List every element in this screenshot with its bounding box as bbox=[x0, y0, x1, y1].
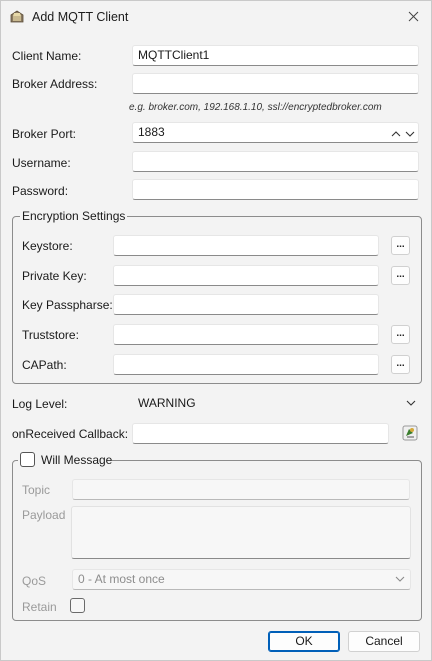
keystore-label: Keystore: bbox=[22, 239, 73, 253]
broker-address-input[interactable] bbox=[132, 73, 419, 94]
broker-address-hint: e.g. broker.com, 192.168.1.10, ssl://enc… bbox=[129, 102, 382, 113]
add-mqtt-client-dialog: Add MQTT Client Client Name: MQTTClient1… bbox=[0, 0, 432, 661]
callback-input[interactable] bbox=[132, 423, 389, 444]
keystore-input[interactable] bbox=[113, 235, 379, 256]
chevron-down-icon bbox=[406, 400, 416, 406]
payload-label: Payload bbox=[22, 508, 66, 522]
spin-up-icon[interactable] bbox=[389, 127, 403, 141]
encryption-settings-title: Encryption Settings bbox=[20, 209, 128, 223]
broker-port-spinner[interactable]: 1883 bbox=[132, 122, 419, 143]
callback-label: onReceived Callback: bbox=[12, 427, 129, 441]
log-level-value: WARNING bbox=[138, 396, 196, 410]
chevron-down-icon bbox=[395, 576, 405, 582]
private-key-input[interactable] bbox=[113, 265, 379, 286]
cancel-button[interactable]: Cancel bbox=[348, 631, 420, 652]
truststore-input[interactable] bbox=[113, 324, 379, 345]
qos-select[interactable]: 0 - At most once bbox=[72, 569, 411, 590]
truststore-browse-button[interactable]: ... bbox=[391, 325, 410, 344]
ok-button[interactable]: OK bbox=[268, 631, 340, 652]
password-label: Password: bbox=[12, 184, 69, 198]
will-message-header: Will Message bbox=[18, 451, 112, 469]
will-message-title: Will Message bbox=[41, 453, 113, 467]
broker-address-label: Broker Address: bbox=[12, 77, 98, 91]
broker-port-label: Broker Port: bbox=[12, 127, 77, 141]
key-passphrase-label: Key Passpharse: bbox=[22, 298, 113, 312]
title-bar: Add MQTT Client bbox=[1, 1, 431, 33]
client-name-label: Client Name: bbox=[12, 49, 82, 63]
username-input[interactable] bbox=[132, 151, 419, 172]
log-level-label: Log Level: bbox=[12, 397, 68, 411]
capath-input[interactable] bbox=[113, 354, 379, 375]
will-message-checkbox[interactable] bbox=[20, 452, 35, 467]
client-name-value: MQTTClient1 bbox=[138, 48, 210, 62]
payload-input[interactable] bbox=[71, 506, 411, 559]
topic-input[interactable] bbox=[72, 479, 410, 500]
key-passphrase-input[interactable] bbox=[113, 294, 379, 315]
script-editor-icon[interactable] bbox=[401, 424, 419, 442]
qos-label: QoS bbox=[22, 574, 47, 588]
log-level-select[interactable]: WARNING bbox=[132, 393, 422, 414]
retain-checkbox[interactable] bbox=[70, 598, 85, 613]
username-label: Username: bbox=[12, 156, 71, 170]
retain-label: Retain bbox=[22, 600, 57, 614]
topic-label: Topic bbox=[22, 483, 51, 497]
dialog-title: Add MQTT Client bbox=[32, 10, 129, 24]
password-input[interactable] bbox=[132, 179, 419, 200]
capath-label: CAPath: bbox=[22, 358, 67, 372]
close-icon bbox=[408, 11, 418, 22]
truststore-label: Truststore: bbox=[22, 328, 79, 342]
close-button[interactable] bbox=[403, 7, 423, 27]
app-icon bbox=[10, 10, 24, 23]
broker-port-value: 1883 bbox=[138, 125, 165, 139]
keystore-browse-button[interactable]: ... bbox=[391, 236, 410, 255]
client-name-input[interactable]: MQTTClient1 bbox=[132, 45, 419, 66]
spin-down-icon[interactable] bbox=[403, 127, 417, 141]
capath-browse-button[interactable]: ... bbox=[391, 355, 410, 374]
qos-value: 0 - At most once bbox=[78, 572, 165, 586]
private-key-browse-button[interactable]: ... bbox=[391, 266, 410, 285]
private-key-label: Private Key: bbox=[22, 269, 87, 283]
